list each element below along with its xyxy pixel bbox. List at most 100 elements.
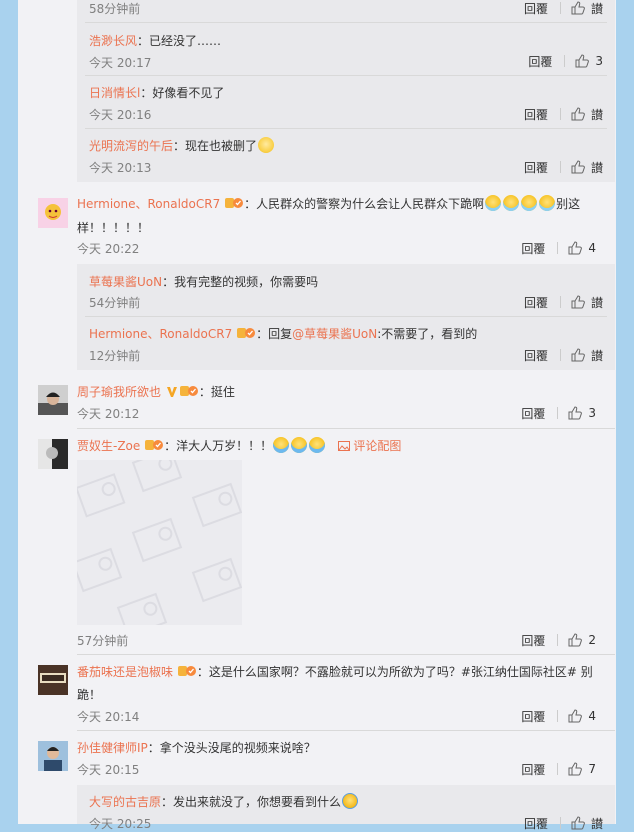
like-icon[interactable] — [571, 107, 585, 121]
reply-button[interactable]: 回覆 — [524, 106, 548, 123]
divider — [77, 730, 615, 731]
member-badge-icon — [225, 196, 244, 213]
comment-image[interactable] — [77, 460, 242, 625]
like-label: 讃 — [590, 1, 603, 16]
like-icon[interactable] — [568, 241, 583, 255]
reply-button[interactable]: 回覆 — [528, 53, 552, 70]
comment-actions: 回覆 4 — [521, 240, 596, 256]
reply-button[interactable]: 回覆 — [521, 405, 545, 422]
comment-body: 周子瑜我所欲也 ：挺住 — [77, 383, 235, 401]
divider — [85, 75, 607, 76]
comment-body: 番茄味还是泡椒味 ：这是什么国家啊？不露脸就可以为所欲为了吗？#张江纳仕国际社区… — [77, 663, 593, 681]
cry-emoji-icon — [485, 195, 502, 211]
cry-emoji-icon — [503, 195, 520, 211]
reply-body: Hermione、RonaldoCR7 ：回复@草莓果酱UoN:不需要了，看到的 — [89, 326, 478, 343]
comment-username[interactable]: 贾奴生-Zoe — [77, 439, 140, 453]
reply-actions: 回覆 3 — [528, 53, 603, 69]
comment-time: 今天 20:15 — [77, 763, 140, 777]
reply-button[interactable]: 回覆 — [524, 347, 548, 364]
reply-button[interactable]: 回覆 — [521, 761, 545, 778]
reply-time: 12分钟前 — [89, 349, 141, 363]
comment-username[interactable]: 孙佳健律师IP — [77, 741, 148, 755]
comment-actions: 回覆 3 — [521, 405, 596, 421]
reply-text: :不需要了，看到的 — [377, 327, 478, 341]
view-image-label: 评论配图 — [353, 439, 402, 453]
reply-actions: 回覆 讃 — [524, 815, 603, 831]
member-badge-icon — [237, 326, 256, 343]
like-icon[interactable] — [571, 160, 585, 174]
reply-button[interactable]: 回覆 — [524, 294, 548, 311]
like-icon[interactable] — [568, 762, 583, 776]
divider — [85, 128, 607, 129]
laugh-cry-emoji-icon — [309, 437, 326, 453]
reply-text: ：好像看不见了 — [140, 86, 225, 100]
avatar[interactable] — [38, 665, 68, 695]
view-image-link[interactable]: 评论配图 — [337, 439, 402, 453]
like-icon[interactable] — [571, 1, 585, 15]
reply-text: ：已经没了…… — [137, 34, 222, 48]
comment-body: 贾奴生-Zoe ：洋大人万岁！！！ 评论配图 — [77, 437, 401, 455]
reply-button[interactable]: 回覆 — [521, 708, 545, 725]
reply-actions: 回覆 讃 — [524, 0, 603, 16]
comment-username[interactable]: 番茄味还是泡椒味 — [77, 665, 173, 679]
comment-time: 今天 20:22 — [77, 242, 140, 256]
comment-body: 孙佳健律师IP：拿个没头没尾的视频来说啥？ — [77, 739, 316, 756]
comment-text: ：洋大人万岁！！！ — [164, 439, 273, 453]
reply-body: 日消情长l：好像看不见了 — [89, 84, 224, 101]
comment-username[interactable]: Hermione、RonaldoCR7 — [77, 197, 220, 211]
comment-username[interactable]: 周子瑜我所欲也 — [77, 385, 161, 399]
reply-username[interactable]: 草莓果酱UoN — [89, 275, 162, 289]
like-count: 4 — [588, 709, 596, 723]
like-label: 讃 — [590, 160, 603, 175]
comment-text-line2: 样！！！！！ — [77, 221, 150, 235]
reply-body: 草莓果酱UoN：我有完整的视频，你需要吗 — [89, 273, 318, 290]
comment-actions: 回覆 4 — [521, 708, 596, 724]
like-icon[interactable] — [571, 295, 585, 309]
like-icon[interactable] — [571, 348, 585, 362]
avatar[interactable] — [38, 198, 68, 228]
reply-button[interactable]: 回覆 — [521, 632, 545, 649]
like-icon[interactable] — [568, 709, 583, 723]
reply-button[interactable]: 回覆 — [524, 815, 548, 832]
reply-actions: 回覆 讃 — [524, 159, 603, 175]
like-count: 2 — [588, 633, 596, 647]
cry-emoji-icon — [539, 195, 556, 211]
cry-emoji-icon — [521, 195, 538, 211]
comment-text: ：拿个没头没尾的视频来说啥？ — [147, 741, 316, 755]
like-count: 3 — [588, 406, 596, 420]
reply-button[interactable]: 回覆 — [524, 159, 548, 176]
avatar[interactable] — [38, 741, 68, 771]
avatar[interactable] — [38, 439, 68, 469]
reply-text: ：现在也被删了 — [173, 139, 258, 153]
avatar[interactable] — [38, 385, 68, 415]
reply-button[interactable]: 回覆 — [524, 0, 548, 17]
like-count: 4 — [588, 241, 596, 255]
reply-username[interactable]: Hermione、RonaldoCR7 — [89, 327, 232, 341]
reply-list: 草莓果酱UoN：我有完整的视频，你需要吗 54分钟前 回覆 讃 Hermione… — [77, 264, 615, 370]
reply-button[interactable]: 回覆 — [521, 240, 545, 257]
reply-username[interactable]: 光明流泻的午后 — [89, 139, 173, 153]
reply-actions: 回覆 讃 — [524, 106, 603, 122]
like-label: 讃 — [590, 348, 603, 363]
member-badge-icon — [179, 384, 198, 401]
reply-time: 54分钟前 — [89, 296, 141, 310]
like-icon[interactable] — [568, 406, 583, 420]
reply-username[interactable]: 日消情长l — [89, 86, 140, 100]
like-label: 讃 — [590, 816, 603, 831]
like-count: 7 — [588, 762, 596, 776]
like-icon[interactable] — [575, 54, 590, 68]
divider — [77, 428, 615, 429]
reply-body: 大写的古吉原：发出来就没了，你想要看到什么 — [89, 793, 359, 810]
divider — [85, 316, 607, 317]
comment-body: Hermione、RonaldoCR7 ：人民群众的警察为什么会让人民群众下跪啊… — [77, 195, 580, 213]
reply-username[interactable]: 大写的古吉原 — [89, 795, 161, 809]
divider — [85, 22, 607, 23]
reply-list: 58分钟前 回覆 讃 浩渺长风：已经没了…… 今天 20:17 回覆 3 日消情… — [77, 0, 615, 182]
like-icon[interactable] — [568, 633, 583, 647]
like-label: 讃 — [590, 295, 603, 310]
mention-link[interactable]: @草莓果酱UoN — [292, 327, 377, 341]
laugh-cry-emoji-icon — [291, 437, 308, 453]
like-icon[interactable] — [571, 816, 585, 830]
reply-time: 今天 20:13 — [89, 161, 152, 175]
reply-username[interactable]: 浩渺长风 — [89, 34, 137, 48]
